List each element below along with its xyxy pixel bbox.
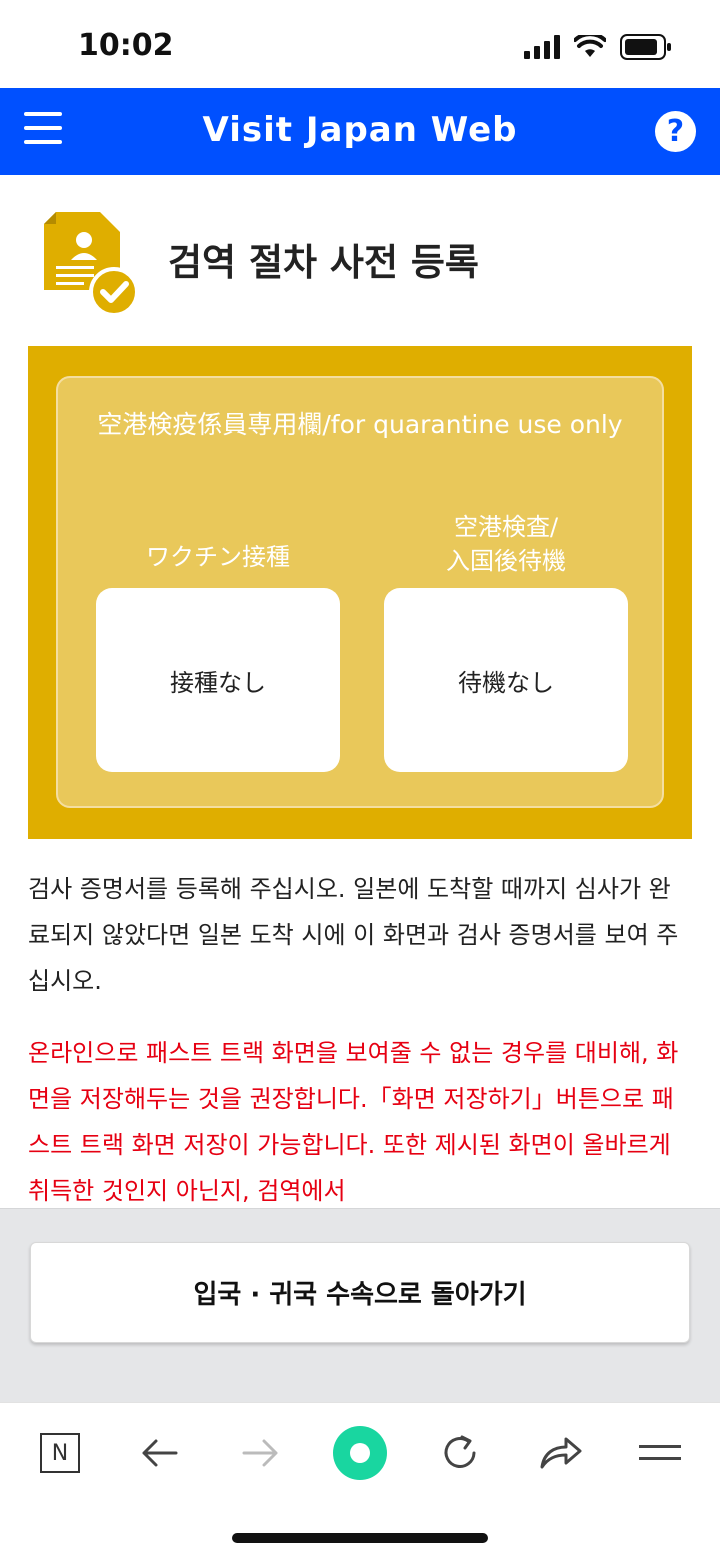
status-time: 10:02 bbox=[78, 28, 174, 63]
footer-action-area: 입국 · 귀국 수속으로 돌아가기 bbox=[0, 1208, 720, 1402]
back-arrow-icon[interactable] bbox=[130, 1423, 190, 1483]
status-bar: 10:02 bbox=[0, 0, 720, 88]
n-home-icon[interactable]: N bbox=[30, 1423, 90, 1483]
help-icon[interactable]: ? bbox=[655, 111, 696, 152]
app-header: Visit Japan Web ? bbox=[0, 88, 720, 175]
wifi-icon bbox=[574, 35, 606, 57]
page-title: 검역 절차 사전 등록 bbox=[168, 241, 479, 284]
quarantine-heading: 空港検疫係員専用欄/for quarantine use only bbox=[97, 410, 623, 439]
forward-arrow-icon[interactable] bbox=[230, 1423, 290, 1483]
reload-icon[interactable] bbox=[430, 1423, 490, 1483]
quarantine-panel: 空港検疫係員専用欄/for quarantine use only ワクチン接種… bbox=[28, 346, 692, 839]
warning-text: 온라인으로 패스트 트랙 화면을 보여줄 수 없는 경우를 대비해, 화면을 저… bbox=[28, 1039, 679, 1205]
menu-lines-icon[interactable] bbox=[630, 1423, 690, 1483]
home-indicator bbox=[232, 1533, 488, 1543]
n-home-label: N bbox=[40, 1433, 80, 1473]
status-icons bbox=[524, 34, 672, 60]
battery-icon bbox=[620, 34, 671, 60]
test-status-card: 待機なし bbox=[384, 588, 628, 772]
document-check-icon bbox=[44, 212, 139, 316]
test-value: 待機なし bbox=[458, 668, 554, 697]
test-label-line1: 空港検査/ bbox=[453, 513, 559, 541]
description-text: 검사 증명서를 등록해 주십시오. 일본에 도착할 때까지 심사가 완료되지 않… bbox=[28, 875, 679, 995]
test-label: 空港検査/ 入国後待機 bbox=[384, 510, 628, 578]
vaccine-value: 接種なし bbox=[170, 668, 266, 697]
app-title: Visit Japan Web bbox=[202, 110, 518, 150]
green-dot-icon[interactable] bbox=[330, 1423, 390, 1483]
vaccine-label: ワクチン接種 bbox=[146, 543, 290, 571]
back-to-procedures-button[interactable]: 입국 · 귀국 수속으로 돌아가기 bbox=[30, 1242, 690, 1343]
quarantine-inner: 空港検疫係員専用欄/for quarantine use only ワクチン接種… bbox=[56, 376, 664, 808]
share-icon[interactable] bbox=[530, 1423, 590, 1483]
browser-toolbar: N bbox=[0, 1402, 720, 1558]
test-label-line2: 入国後待機 bbox=[446, 547, 566, 575]
signal-icon bbox=[524, 35, 560, 59]
vaccine-status-card: 接種なし bbox=[96, 588, 340, 772]
